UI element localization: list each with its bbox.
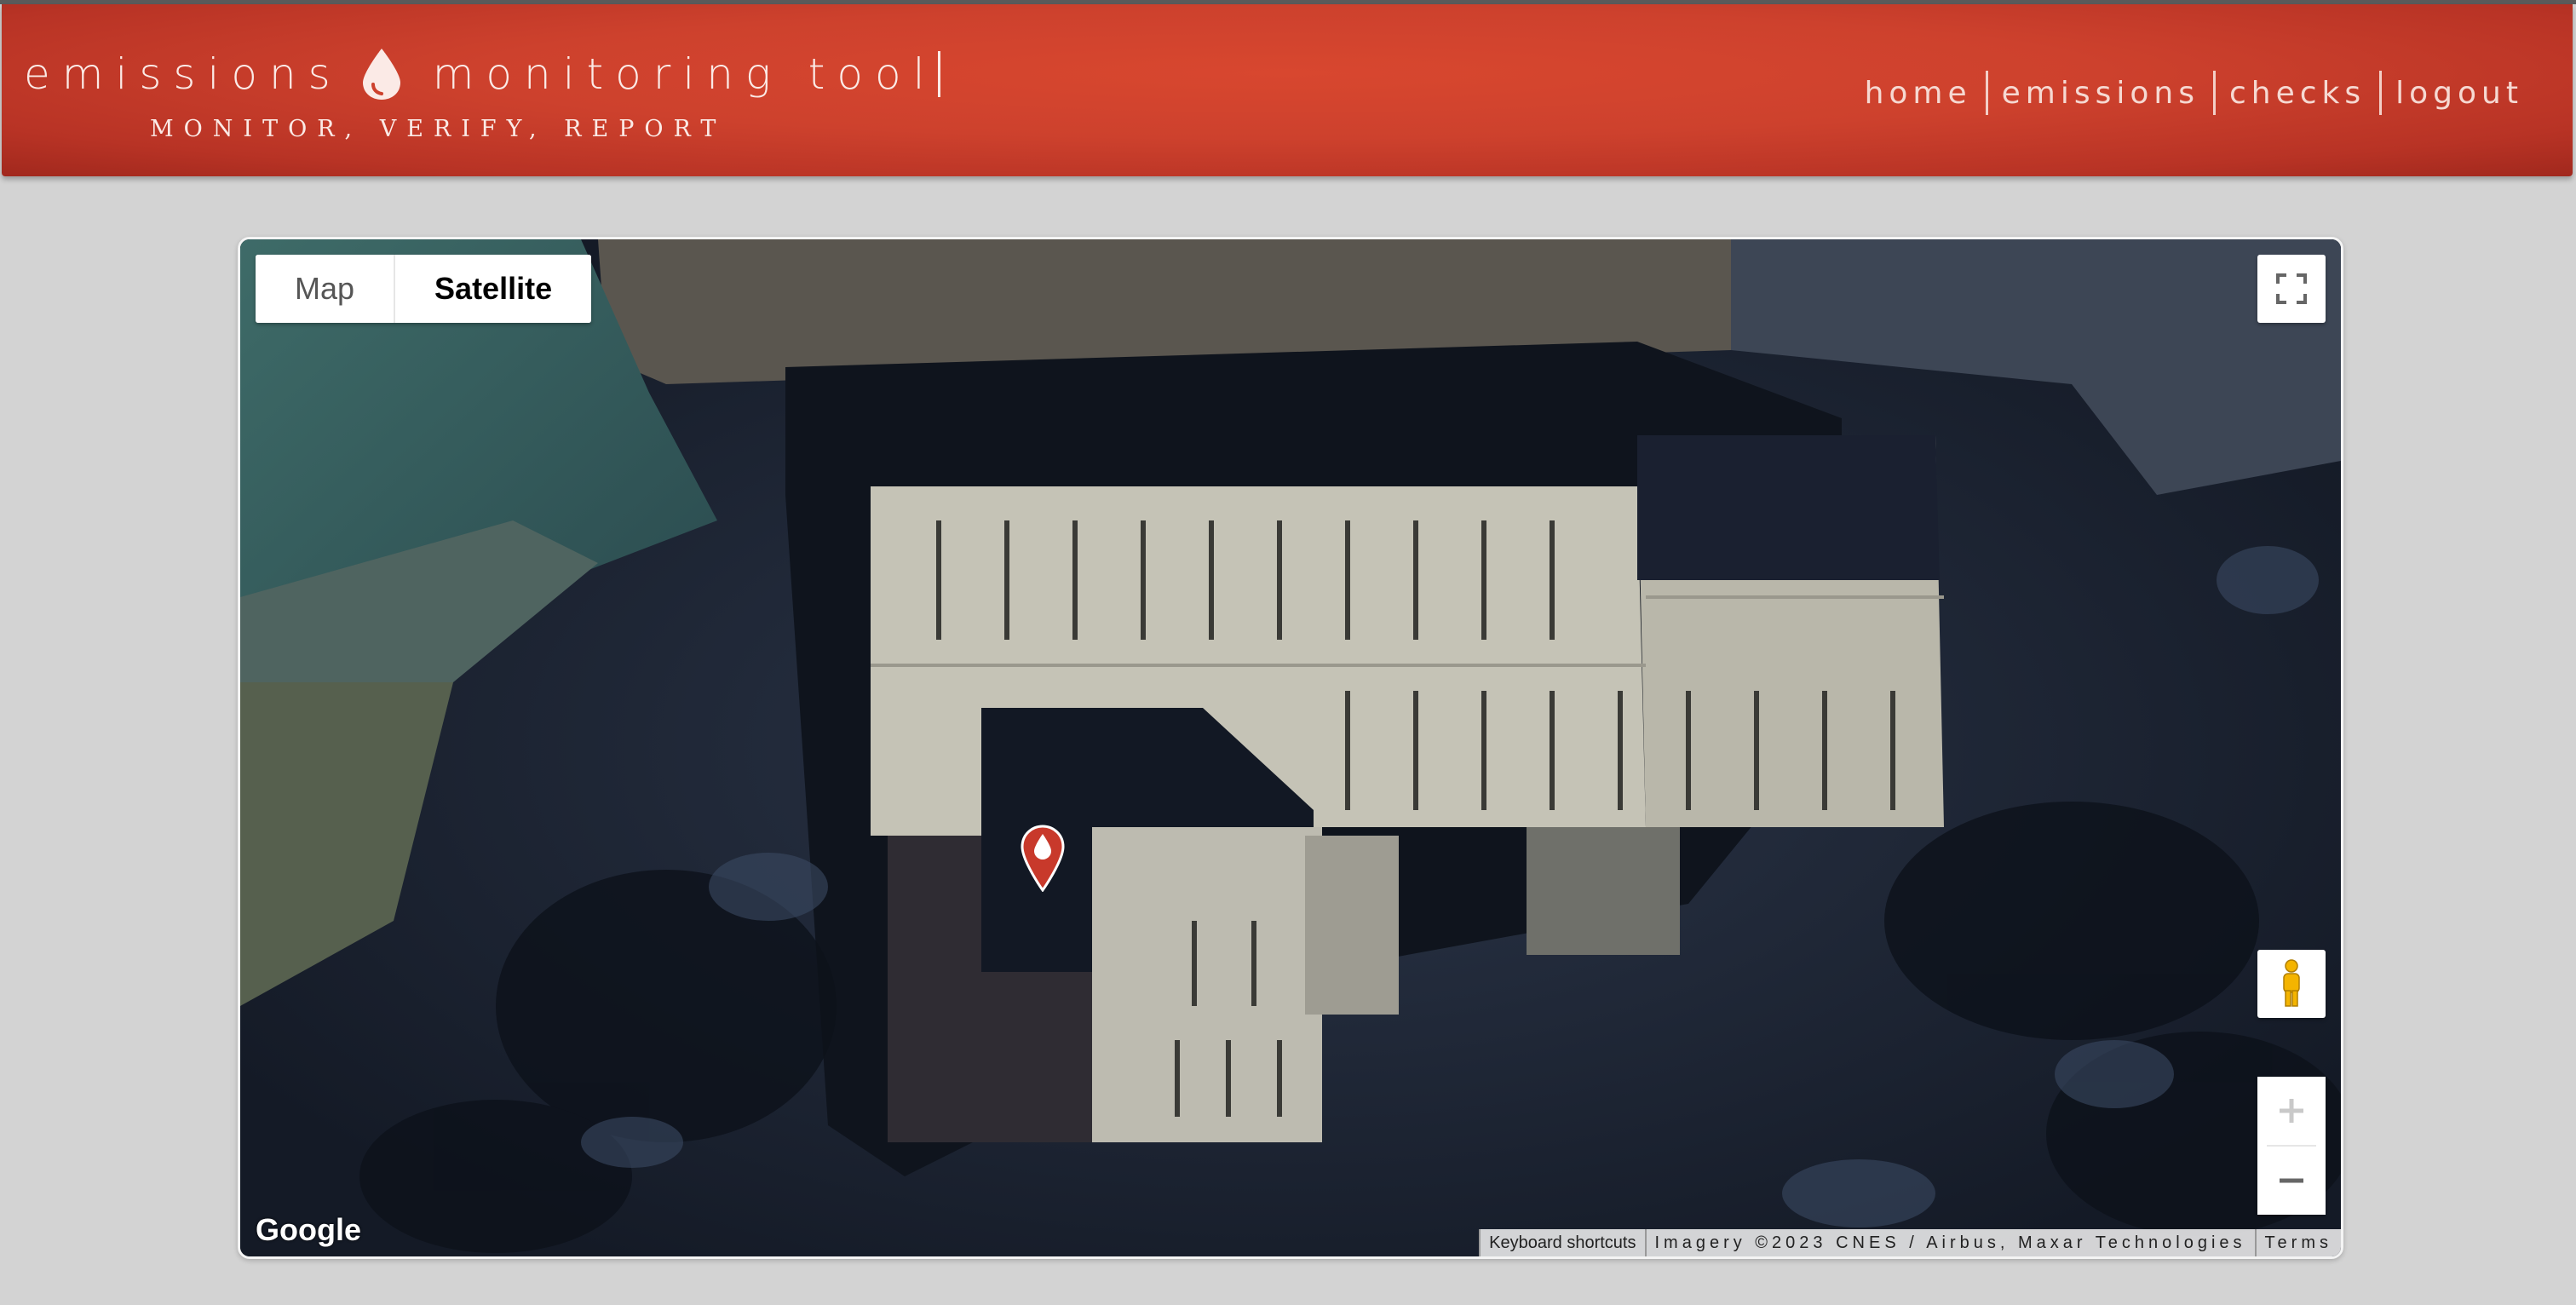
nav-logout-link[interactable]: logout	[2382, 76, 2537, 111]
keyboard-shortcuts-link[interactable]: Keyboard shortcuts	[1479, 1229, 1645, 1256]
brand-title-first: emissions	[24, 49, 342, 99]
google-logo[interactable]: Google	[256, 1212, 361, 1248]
map-type-satellite-button[interactable]: Satellite	[395, 255, 592, 323]
nav-emissions-link[interactable]: emissions	[1988, 76, 2213, 111]
brand-title-rest: monitoring tool	[432, 49, 937, 99]
zoom-control	[2257, 1077, 2326, 1215]
nav-home-link[interactable]: home	[1851, 76, 1986, 111]
map-type-map-button[interactable]: Map	[256, 255, 396, 323]
drop-marker-icon[interactable]	[1020, 824, 1066, 892]
fullscreen-button[interactable]	[2257, 255, 2326, 323]
imagery-credit: Imagery ©2023 CNES / Airbus, Maxar Techn…	[1644, 1229, 2255, 1256]
map-attribution-bar: Keyboard shortcuts Imagery ©2023 CNES / …	[1479, 1229, 2341, 1256]
satellite-map[interactable]: Map Satellite Google Keyboard shortcuts …	[238, 237, 2343, 1259]
drop-logo-icon	[362, 49, 400, 100]
street-view-button[interactable]	[2257, 950, 2326, 1018]
minus-icon	[2280, 1178, 2303, 1183]
nav-checks-link[interactable]: checks	[2216, 76, 2379, 111]
fullscreen-icon	[2276, 273, 2307, 304]
main-nav: home emissions checks logout	[1851, 71, 2537, 115]
satellite-imagery[interactable]	[240, 239, 2341, 1256]
zoom-in-button[interactable]	[2257, 1077, 2326, 1145]
plus-icon	[2280, 1099, 2303, 1123]
map-type-control: Map Satellite	[256, 255, 592, 323]
app-header: emissions monitoring tool MONITOR, VERIF…	[2, 4, 2573, 176]
title-cursor	[938, 51, 941, 97]
terms-link[interactable]: Terms	[2254, 1229, 2341, 1256]
pegman-icon	[2283, 959, 2300, 1007]
brand-title[interactable]: emissions monitoring tool	[24, 47, 941, 101]
tagline: MONITOR, VERIFY, REPORT	[150, 116, 727, 142]
zoom-out-button[interactable]	[2257, 1147, 2326, 1215]
